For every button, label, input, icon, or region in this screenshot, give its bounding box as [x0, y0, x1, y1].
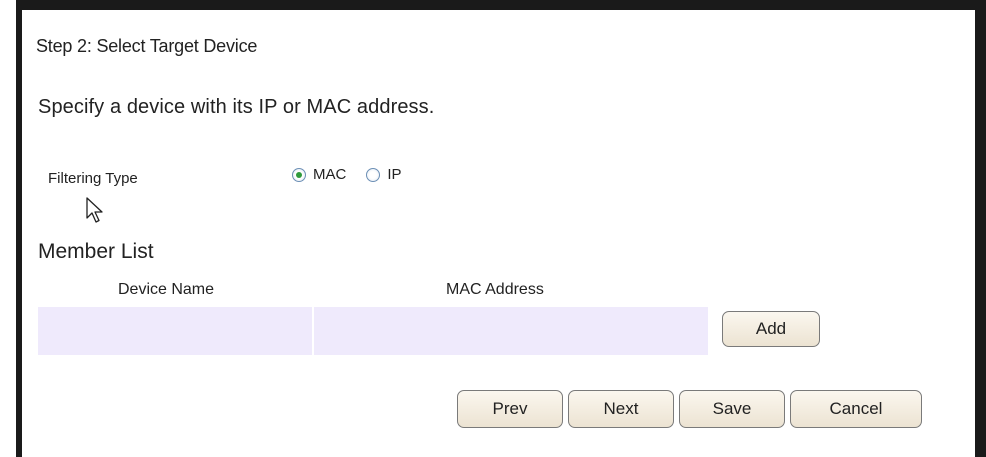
column-header-mac-address: MAC Address — [446, 281, 544, 298]
member-list-title: Member List — [38, 240, 154, 263]
table-row: Add — [38, 307, 832, 355]
radio-mac-label[interactable]: MAC — [313, 166, 346, 183]
save-button[interactable]: Save — [679, 390, 785, 428]
radio-mac[interactable] — [292, 167, 306, 182]
step-title: Step 2: Select Target Device — [36, 36, 258, 56]
device-name-cell[interactable] — [38, 307, 314, 355]
next-button[interactable]: Next — [568, 390, 674, 428]
panel-border-right — [975, 0, 986, 457]
radio-ip-label[interactable]: IP — [387, 166, 401, 183]
filtering-type-radio-group: MAC IP — [292, 166, 422, 183]
step-description: Specify a device with its IP or MAC addr… — [38, 96, 435, 118]
panel-border-top — [16, 0, 986, 10]
cancel-button[interactable]: Cancel — [790, 390, 922, 428]
wizard-panel: Step 2: Select Target Device Specify a d… — [0, 0, 986, 457]
radio-ip[interactable] — [366, 167, 381, 182]
mac-address-cell[interactable] — [314, 307, 710, 355]
filtering-type-label: Filtering Type — [48, 170, 138, 187]
add-button[interactable]: Add — [722, 311, 820, 347]
prev-button[interactable]: Prev — [457, 390, 563, 428]
panel-border-left — [16, 0, 22, 457]
column-header-device-name: Device Name — [118, 281, 215, 298]
mouse-pointer-icon — [86, 197, 103, 223]
